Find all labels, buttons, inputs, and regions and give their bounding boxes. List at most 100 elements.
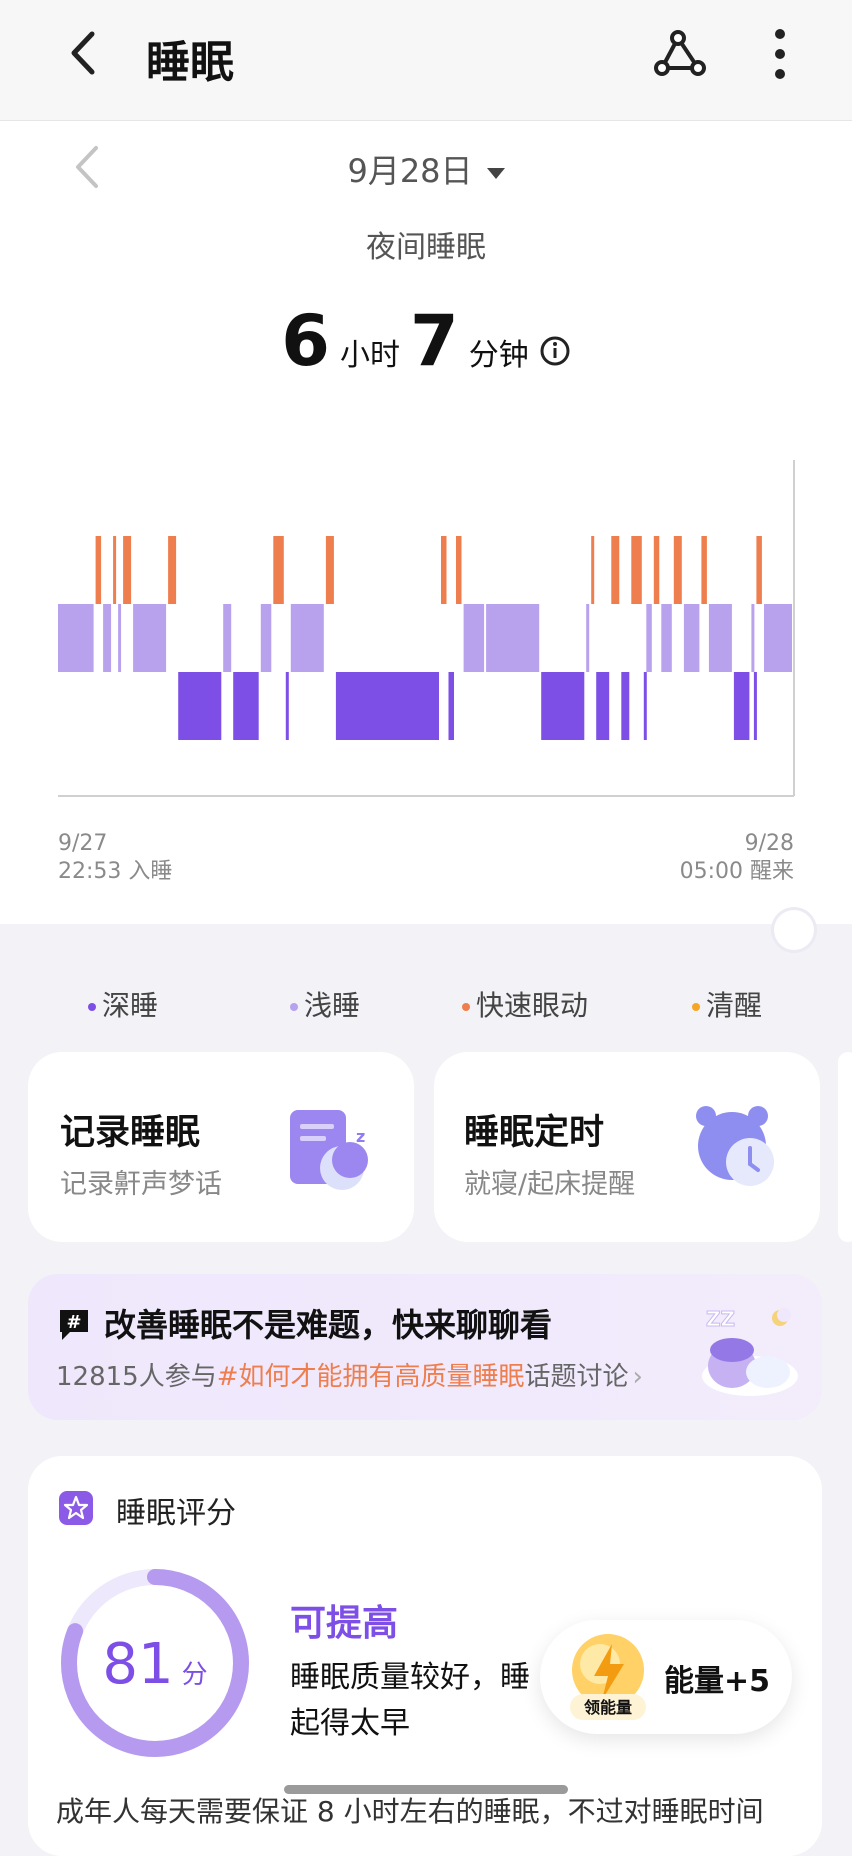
info-icon[interactable] [539, 335, 571, 367]
sleep-stage-chart [58, 460, 795, 797]
top-app-bar [0, 0, 852, 121]
caret-down-icon [486, 167, 505, 179]
legend-awake: 清醒 [692, 984, 762, 1024]
sleep-stage-bar-rem [701, 536, 707, 604]
page-title: 睡眠 [146, 37, 234, 88]
svg-text:ZZ: ZZ [706, 1307, 735, 1331]
chevron-left-icon[interactable] [66, 30, 100, 76]
legend-dot [88, 1003, 96, 1011]
topic-banner[interactable]: # 改善睡眠不是难题，快来聊聊看 12815人参与#如何才能拥有高质量睡眠话题讨… [28, 1274, 822, 1420]
sleep-stage-bar-light [708, 604, 732, 672]
scroll-indicator-dot [774, 910, 814, 950]
sleep-stage-bar-rem [673, 536, 682, 604]
sleep-stage-bar-light [133, 604, 167, 672]
score-value: 81 [102, 1632, 174, 1697]
sleep-stage-bar-rem [456, 536, 462, 604]
sleep-stage-bar-deep [596, 672, 610, 740]
topic-hashtag-link[interactable]: #如何才能拥有高质量睡眠 [217, 1362, 525, 1392]
next-card-peek [838, 1052, 852, 1242]
legend-dot [462, 1003, 470, 1011]
sleep-stage-bar-light [223, 604, 232, 672]
sleep-stage-bar-deep [233, 672, 259, 740]
topic-suffix: 话题讨论 [524, 1362, 629, 1392]
sleep-stage-bar-deep [643, 672, 647, 740]
legend-label: 浅睡 [304, 989, 361, 1022]
score-title: 睡眠评分 [116, 1496, 236, 1531]
sleep-stage-bar-light [646, 604, 652, 672]
sleep-stage-bar-light [764, 604, 792, 672]
topic-title: 改善睡眠不是难题，快来聊聊看 [104, 1306, 553, 1344]
more-vertical-icon[interactable] [768, 28, 792, 80]
sleep-stage-bar-deep [448, 672, 454, 740]
sleep-stage-bar-rem [95, 536, 102, 604]
record-sleep-title: 记录睡眠 [60, 1113, 201, 1153]
sleep-stage-bar-light [103, 604, 112, 672]
score-desc-line1: 睡眠质量较好，睡 [290, 1660, 530, 1695]
sleep-stage-bar-light [683, 604, 700, 672]
sleep-timer-subtitle: 就寝/起床提醒 [464, 1169, 636, 1200]
chart-start-date: 9/27 [58, 831, 108, 856]
share-nodes-icon[interactable] [650, 28, 708, 80]
lightning-energy-icon: 领能量 [570, 1634, 646, 1720]
hashtag-badge-icon: # [60, 1310, 88, 1340]
star-badge-icon [59, 1491, 93, 1525]
sleep-stage-bar-rem [653, 536, 660, 604]
energy-reward-button[interactable]: 领能量 能量+5 [540, 1620, 792, 1734]
alarm-clock-icon [696, 1106, 774, 1186]
sleep-stage-bar-deep [541, 672, 585, 740]
energy-label: 能量+5 [664, 1664, 771, 1699]
legend-light: 浅睡 [290, 984, 360, 1024]
sleep-stage-bar-light [751, 604, 755, 672]
chevron-right-icon: › [632, 1362, 643, 1392]
sleep-stage-bar-rem [441, 536, 447, 604]
sleeping-cloud-icon: ZZ [702, 1307, 798, 1396]
chart-end-label: 9/28 05:00 醒来 [680, 830, 794, 886]
sleep-stage-bar-deep [621, 672, 630, 740]
sleep-timer-title: 睡眠定时 [464, 1113, 605, 1153]
sleep-stage-bar-rem [631, 536, 642, 604]
sleep-stage-bar-deep [733, 672, 750, 740]
svg-text:z: z [356, 1127, 365, 1146]
topic-subtitle: 12815人参与#如何才能拥有高质量睡眠话题讨论 › [56, 1356, 643, 1393]
sleep-stage-bar-light [58, 604, 94, 672]
sleep-stage-bar-rem [273, 536, 284, 604]
sleep-stage-bar-rem [168, 536, 177, 604]
score-value-wrap: 81 分 [58, 1632, 252, 1697]
score-unit: 分 [181, 1660, 208, 1690]
hashtag-badge-text: # [66, 1312, 81, 1333]
sleep-duration: 6 小时 7 分钟 [0, 300, 852, 382]
home-indicator[interactable] [284, 1785, 568, 1794]
chart-start-label: 9/27 22:53 入睡 [58, 830, 172, 886]
duration-minutes: 7 [410, 300, 459, 382]
score-level: 可提高 [290, 1603, 399, 1644]
legend-deep: 深睡 [88, 984, 158, 1024]
score-desc-line2: 起得太早 [290, 1706, 410, 1741]
sleep-stage-bar-rem [113, 536, 117, 604]
sleep-stage-bar-light [260, 604, 272, 672]
sleep-stage-bar-light [290, 604, 324, 672]
energy-badge-text: 领能量 [584, 1698, 632, 1717]
sleep-stage-bar-deep [753, 672, 757, 740]
sleep-stage-bar-rem [325, 536, 334, 604]
sleep-stage-bar-light [463, 604, 485, 672]
legend-dot [290, 1003, 298, 1011]
sleep-stage-bar-rem [756, 536, 762, 604]
legend-label: 清醒 [706, 989, 763, 1022]
record-sleep-card[interactable]: 记录睡眠 记录鼾声梦话 z [28, 1052, 414, 1242]
date-label: 9月28日 [347, 152, 473, 190]
sleep-stage-bar-deep [335, 672, 439, 740]
score-explanation: 成年人每天需要保证 8 小时左右的睡眠，不过对睡眠时间 [56, 1795, 764, 1828]
sleep-stage-bar-deep [178, 672, 222, 740]
legend-label: 深睡 [102, 989, 159, 1022]
date-selector[interactable]: 9月28日 [0, 146, 852, 192]
legend-rem: 快速眼动 [462, 984, 588, 1024]
sleep-timer-card[interactable]: 睡眠定时 就寝/起床提醒 [434, 1052, 820, 1242]
chart-end-time: 05:00 醒来 [679, 859, 794, 884]
sleep-stage-bar-light [586, 604, 590, 672]
chart-start-time: 22:53 入睡 [58, 859, 173, 884]
chart-end-date: 9/28 [744, 831, 794, 856]
record-sleep-subtitle: 记录鼾声梦话 [60, 1169, 222, 1200]
duration-hours: 6 [281, 300, 330, 382]
sleep-stage-bar-rem [591, 536, 595, 604]
topic-participants: 12815人参与 [56, 1362, 217, 1392]
